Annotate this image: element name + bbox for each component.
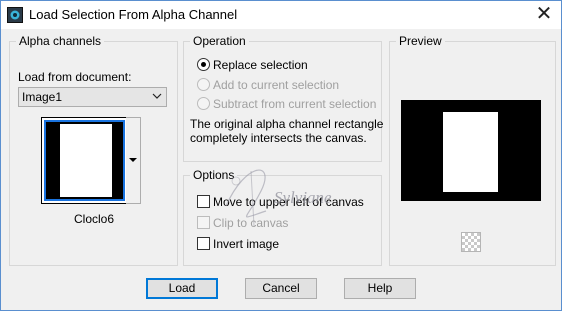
dropdown-arrow-icon bbox=[129, 158, 137, 162]
cancel-button[interactable]: Cancel bbox=[245, 278, 317, 299]
document-select[interactable]: Image1 bbox=[18, 87, 167, 107]
preview-legend: Preview bbox=[396, 34, 445, 48]
thumbnail-white-area bbox=[60, 124, 112, 197]
transparency-toggle-icon[interactable] bbox=[461, 232, 481, 252]
replace-selection-label[interactable]: Replace selection bbox=[213, 58, 308, 72]
options-legend: Options bbox=[190, 168, 238, 182]
clip-to-canvas-label[interactable]: Clip to canvas bbox=[213, 216, 288, 230]
add-to-selection-label[interactable]: Add to current selection bbox=[213, 78, 339, 92]
operation-message-line1: The original alpha channel rectangle bbox=[190, 117, 384, 131]
subtract-from-selection-label[interactable]: Subtract from current selection bbox=[213, 97, 376, 111]
clip-to-canvas-checkbox[interactable] bbox=[197, 216, 210, 229]
load-button[interactable]: Load bbox=[146, 278, 218, 299]
thumbnail-dropdown-button[interactable] bbox=[126, 117, 141, 204]
close-icon[interactable]: ✕ bbox=[527, 1, 561, 29]
window-title: Load Selection From Alpha Channel bbox=[29, 7, 238, 22]
help-button[interactable]: Help bbox=[344, 278, 416, 299]
radio-selected-dot bbox=[201, 62, 206, 67]
invert-image-label[interactable]: Invert image bbox=[213, 237, 279, 251]
chevron-down-icon bbox=[152, 93, 162, 99]
channel-thumbnail-image bbox=[44, 120, 125, 201]
operation-message-line2: completely intersects the canvas. bbox=[190, 131, 367, 145]
alpha-channels-legend: Alpha channels bbox=[16, 34, 105, 48]
dialog-window: Load Selection From Alpha Channel ✕ Alph… bbox=[0, 0, 562, 311]
title-bar[interactable]: Load Selection From Alpha Channel ✕ bbox=[1, 1, 561, 29]
document-select-value: Image1 bbox=[22, 90, 63, 104]
move-to-upper-left-label[interactable]: Move to upper left of canvas bbox=[213, 195, 364, 209]
invert-image-checkbox[interactable] bbox=[197, 237, 210, 250]
load-from-document-label: Load from document: bbox=[18, 70, 132, 84]
add-to-selection-radio[interactable] bbox=[197, 78, 210, 91]
preview-image bbox=[401, 100, 541, 201]
replace-selection-radio[interactable] bbox=[197, 58, 210, 71]
operation-legend: Operation bbox=[190, 34, 249, 48]
channel-thumbnail[interactable] bbox=[41, 117, 128, 204]
channel-name: Cloclo6 bbox=[74, 212, 115, 226]
app-icon bbox=[7, 7, 23, 23]
move-to-upper-left-checkbox[interactable] bbox=[197, 195, 210, 208]
preview-white-area bbox=[443, 112, 498, 192]
subtract-from-selection-radio[interactable] bbox=[197, 97, 210, 110]
